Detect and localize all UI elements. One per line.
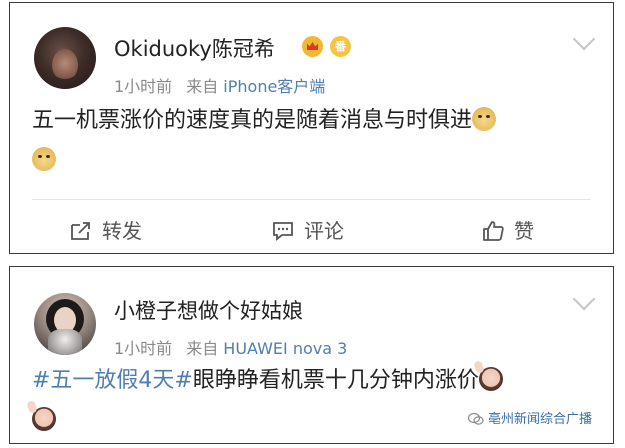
post-meta: 1小时前 来自 iPhone客户端 [114, 73, 325, 97]
like-button[interactable]: 赞 [482, 215, 534, 244]
source-prefix: 来自 [186, 77, 219, 96]
chevron-down-icon[interactable] [572, 287, 596, 311]
thumbs-up-icon [483, 221, 504, 241]
watermark-text: 亳州新闻综合广播 [488, 412, 593, 427]
like-label: 赞 [514, 219, 534, 243]
forward-button[interactable]: 转发 [70, 215, 142, 244]
girl-raising-hand-emoji-icon [32, 407, 56, 431]
comment-button[interactable]: 评论 [272, 215, 344, 244]
vip-badge-icon[interactable]: 番 [330, 36, 351, 57]
chevron-down-icon[interactable] [572, 27, 596, 51]
post-content: 五一机票涨价的速度真的是随着消息与时俱进 [32, 101, 603, 181]
share-icon [71, 222, 90, 240]
source-prefix: 来自 [186, 339, 219, 358]
forward-label: 转发 [102, 219, 142, 243]
post-text: 眼睁睁看机票十几分钟内涨价 [192, 368, 479, 393]
avatar[interactable] [34, 293, 96, 355]
avatar[interactable] [34, 27, 96, 89]
girl-raising-hand-emoji-icon [478, 367, 503, 391]
source-link[interactable]: iPhone客户端 [223, 77, 325, 96]
post-meta: 1小时前 来自 HUAWEI nova 3 [114, 335, 347, 359]
doge-emoji-icon [32, 147, 56, 171]
action-bar: 转发 评论 赞 [10, 199, 613, 253]
post-content: #五一放假4天#眼睁睁看机票十几分钟内涨价 [32, 361, 603, 441]
hashtag-link[interactable]: #五一放假4天# [32, 368, 193, 393]
post-text: 五一机票涨价的速度真的是随着消息与时俱进 [32, 108, 473, 133]
crown-badge-icon[interactable] [302, 36, 323, 57]
doge-emoji-icon [472, 107, 497, 131]
post-time: 1小时前 [114, 339, 173, 358]
username[interactable]: Okiduoky陈冠希 [114, 33, 275, 63]
comment-icon [273, 222, 293, 241]
wechat-icon [468, 412, 484, 425]
weibo-post-card-1: Okiduoky陈冠希 番 1小时前 来自 iPhone客户端 五一机票涨价的速度… [9, 2, 614, 254]
post-time: 1小时前 [114, 77, 173, 96]
source-link[interactable]: HUAWEI nova 3 [223, 339, 347, 358]
username[interactable]: 小橙子想做个好姑娘 [114, 295, 303, 325]
watermark: 亳州新闻综合广播 [468, 408, 592, 427]
comment-label: 评论 [304, 219, 344, 243]
